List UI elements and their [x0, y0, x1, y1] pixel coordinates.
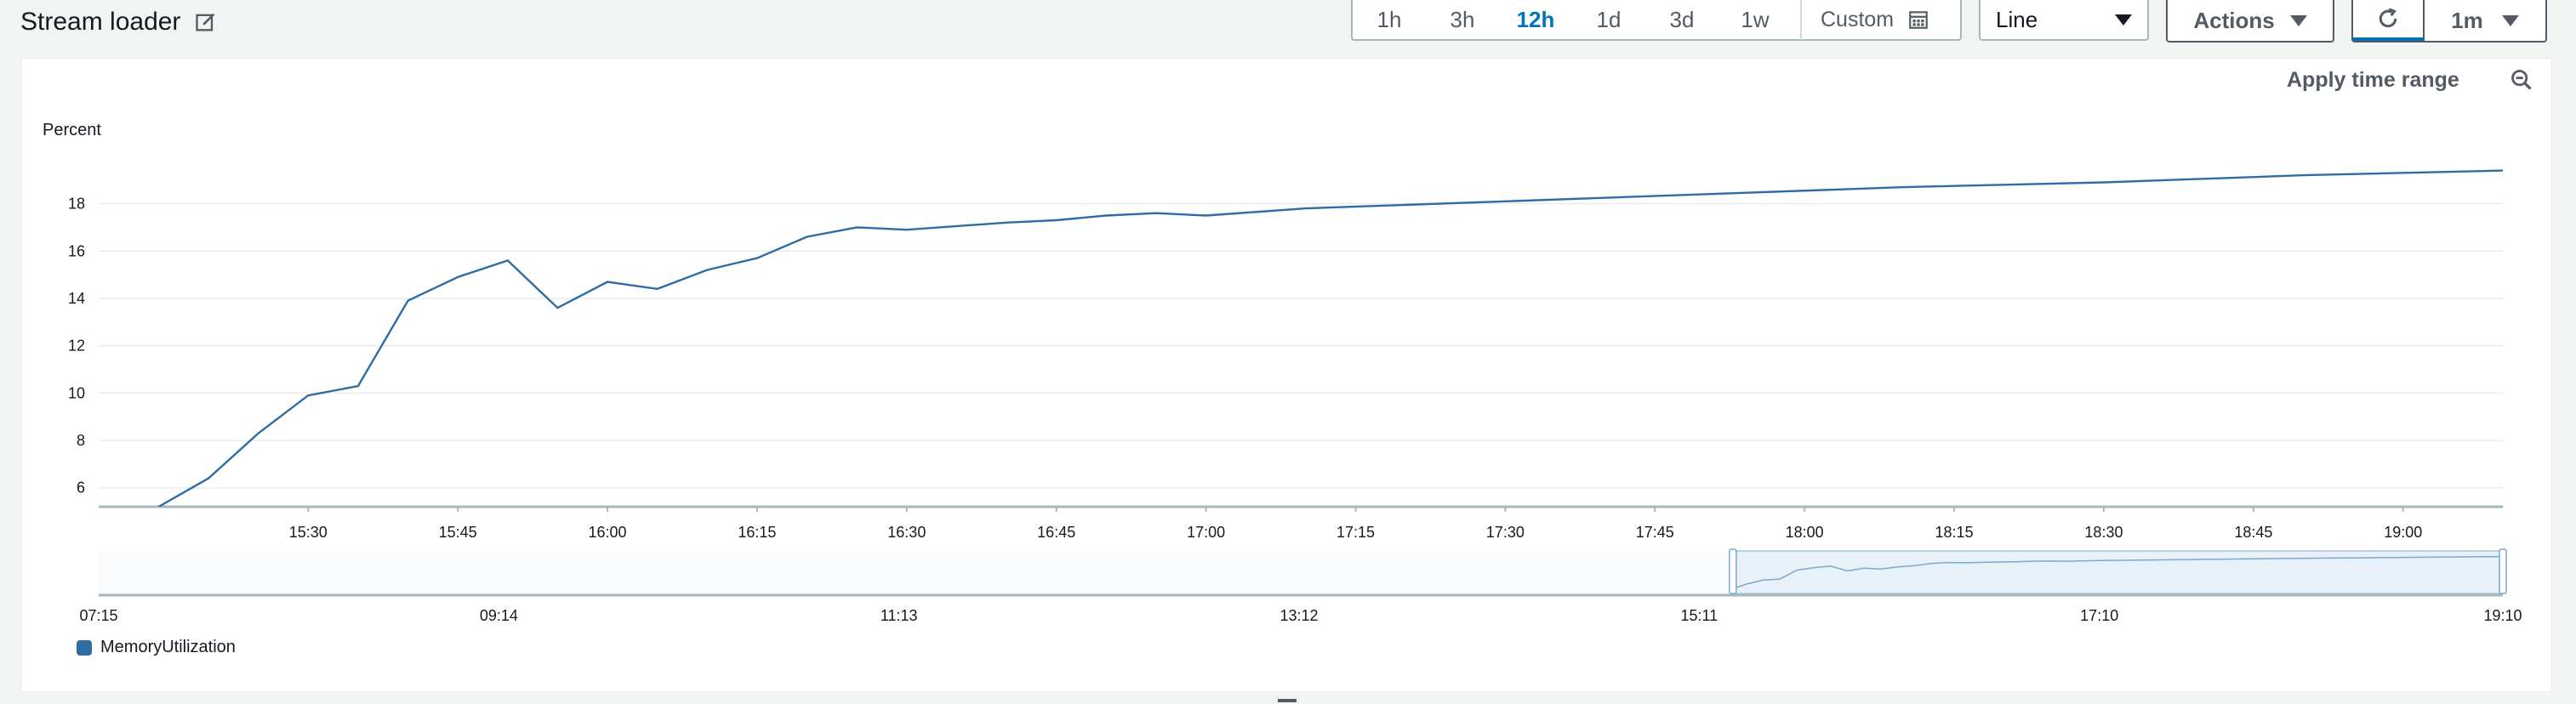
- y-tick-label: 18: [68, 196, 85, 213]
- x-tick-label: 16:45: [1037, 524, 1075, 541]
- x-tick-label: 16:15: [738, 524, 776, 541]
- navigator-tick-label: 09:14: [480, 607, 518, 624]
- navigator-tick-label: 15:11: [1681, 607, 1718, 624]
- y-tick-label: 12: [68, 338, 85, 355]
- navigator-handle-right[interactable]: [2499, 548, 2507, 594]
- series-line-memoryutilization: [157, 169, 2503, 507]
- navigator-handle-left[interactable]: [1729, 548, 1737, 594]
- x-tick-label: 16:30: [887, 524, 926, 541]
- navigator-tick-label: 19:10: [2483, 607, 2522, 624]
- x-tick-label: 15:30: [289, 524, 328, 541]
- memory-utilization-chart: 6 8 10 12 14 16 18 15:30 15:45 16:00 16:15 16:30 16:…: [68, 169, 2522, 624]
- y-tick-label: 8: [77, 432, 85, 449]
- x-tick-label: 18:00: [1786, 524, 1824, 541]
- x-tick-label: 18:15: [1935, 524, 1974, 541]
- y-tick-label: 10: [68, 384, 85, 401]
- legend-label: MemoryUtilization: [100, 638, 236, 656]
- x-tick-label: 15:45: [439, 524, 477, 541]
- panel-resize-handle[interactable]: [1278, 699, 1297, 702]
- navigator-tick-label: 17:10: [2080, 607, 2118, 624]
- y-tick-label: 16: [68, 242, 85, 259]
- x-tick-label: 16:00: [589, 524, 627, 541]
- x-tick-label: 17:00: [1187, 524, 1225, 541]
- navigator-tick-label: 11:13: [881, 607, 918, 624]
- x-tick-label: 17:45: [1636, 524, 1674, 541]
- y-tick-label: 14: [68, 290, 85, 307]
- x-tick-label: 18:30: [2084, 524, 2123, 541]
- navigator-tick-label: 07:15: [79, 607, 117, 624]
- x-tick-label: 17:15: [1336, 524, 1375, 541]
- legend-swatch: [77, 639, 92, 656]
- x-tick-label: 19:00: [2384, 524, 2422, 541]
- x-tick-label: 18:45: [2234, 524, 2272, 541]
- x-tick-label: 17:30: [1486, 524, 1525, 541]
- y-tick-label: 6: [77, 480, 85, 497]
- navigator-tick-label: 13:12: [1280, 607, 1319, 624]
- legend-item[interactable]: MemoryUtilization: [77, 638, 236, 657]
